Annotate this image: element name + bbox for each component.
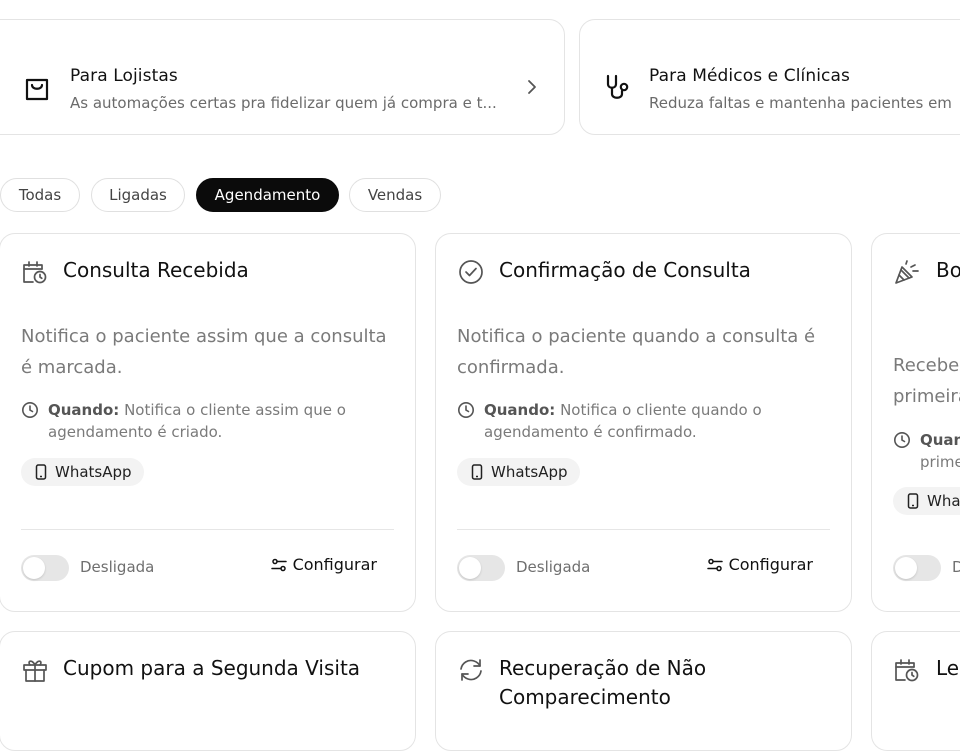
stethoscope-icon bbox=[606, 74, 629, 99]
automation-card-consulta-recebida: Consulta Recebida Notifica o paciente as… bbox=[0, 233, 416, 612]
trigger-label: Quando: bbox=[48, 401, 120, 419]
channel-label: WhatsApp bbox=[55, 463, 132, 481]
segment-card-lojistas[interactable]: Para Lojistas As automações certas pra f… bbox=[0, 19, 565, 135]
configure-button[interactable]: Configurar bbox=[270, 555, 377, 574]
automation-card-cupom-segunda-visita: Cupom para a Segunda Visita bbox=[0, 631, 416, 751]
clock-icon bbox=[22, 402, 38, 418]
card-description: Notifica o paciente quando a consulta é … bbox=[457, 326, 816, 378]
segment-subtitle: As automações certas pra fidelizar quem … bbox=[70, 94, 497, 112]
toggle-status-label: D bbox=[952, 558, 960, 576]
segment-title: Para Médicos e Clínicas bbox=[649, 66, 850, 86]
trigger-info: Quan prime bbox=[893, 429, 960, 473]
channel-badge: Wha bbox=[893, 487, 960, 515]
trigger-info: Quando: Notifica o cliente quando o agen… bbox=[457, 399, 821, 443]
trigger-label: Quando: bbox=[484, 401, 556, 419]
toggle-status-label: Desligada bbox=[80, 558, 155, 576]
filter-chip-ligadas[interactable]: Ligadas bbox=[91, 178, 185, 212]
trigger-label: Quan bbox=[920, 431, 960, 449]
card-title: Cupom para a Segunda Visita bbox=[63, 656, 361, 680]
configure-label: Configurar bbox=[292, 555, 377, 574]
automation-card-recuperacao-nao-comparecimento: Recuperação de Não Comparecimento bbox=[435, 631, 852, 751]
channel-label: Wha bbox=[927, 492, 960, 510]
sliders-icon bbox=[270, 558, 287, 571]
calendar-clock-icon bbox=[23, 261, 47, 284]
segment-title: Para Lojistas bbox=[70, 66, 178, 86]
card-title: Recuperação de Não Comparecimento bbox=[499, 656, 707, 709]
shopping-bag-icon bbox=[25, 78, 49, 101]
card-description: Recebe primeira bbox=[893, 355, 960, 407]
channel-label: WhatsApp bbox=[491, 463, 568, 481]
filter-chip-todas[interactable]: Todas bbox=[0, 178, 80, 212]
automation-toggle[interactable] bbox=[457, 555, 505, 581]
chevron-right-icon bbox=[528, 80, 536, 94]
automation-toggle[interactable] bbox=[893, 555, 941, 581]
clock-icon bbox=[894, 432, 910, 448]
configure-button[interactable]: Configurar bbox=[706, 555, 813, 574]
gift-icon bbox=[23, 660, 47, 682]
card-title: Bo Co bbox=[936, 256, 960, 285]
toggle-status-label: Desligada bbox=[516, 558, 591, 576]
segment-card-medicos[interactable]: Para Médicos e Clínicas Reduza faltas e … bbox=[579, 19, 960, 135]
toggle-knob bbox=[895, 557, 917, 579]
card-divider bbox=[457, 529, 830, 530]
filter-chip-vendas[interactable]: Vendas bbox=[349, 178, 441, 212]
card-description: Notifica o paciente assim que a consulta… bbox=[21, 326, 387, 378]
phone-icon bbox=[907, 493, 919, 509]
phone-icon bbox=[35, 464, 47, 480]
segment-subtitle: Reduza faltas e mantenha pacientes em bbox=[649, 94, 952, 112]
card-title: Le bbox=[936, 656, 960, 680]
card-divider bbox=[21, 529, 394, 530]
toggle-knob bbox=[23, 557, 45, 579]
check-circle-icon bbox=[459, 260, 483, 284]
trigger-info: Quando: Notifica o cliente assim que o a… bbox=[21, 399, 385, 443]
calendar-clock-icon bbox=[895, 659, 919, 682]
channel-badge: WhatsApp bbox=[21, 458, 144, 486]
automation-card-partial-row2: Le bbox=[871, 631, 960, 751]
refresh-icon bbox=[460, 659, 482, 681]
channel-badge: WhatsApp bbox=[457, 458, 580, 486]
sliders-icon bbox=[706, 558, 723, 571]
automation-toggle[interactable] bbox=[21, 555, 69, 581]
party-popper-icon bbox=[895, 260, 919, 284]
filter-chip-agendamento[interactable]: Agendamento bbox=[196, 178, 339, 212]
phone-icon bbox=[471, 464, 483, 480]
trigger-text: prime bbox=[920, 453, 960, 471]
clock-icon bbox=[458, 402, 474, 418]
automation-card-confirmacao-consulta: Confirmação de Consulta Notifica o pacie… bbox=[435, 233, 852, 612]
automation-card-partial: Bo Co Recebe primeira Quan prime Wha D bbox=[871, 233, 960, 612]
card-title: Confirmação de Consulta bbox=[499, 258, 751, 282]
configure-label: Configurar bbox=[728, 555, 813, 574]
card-title: Consulta Recebida bbox=[63, 258, 249, 282]
toggle-knob bbox=[459, 557, 481, 579]
card-title-text: Bo Co bbox=[936, 258, 960, 282]
